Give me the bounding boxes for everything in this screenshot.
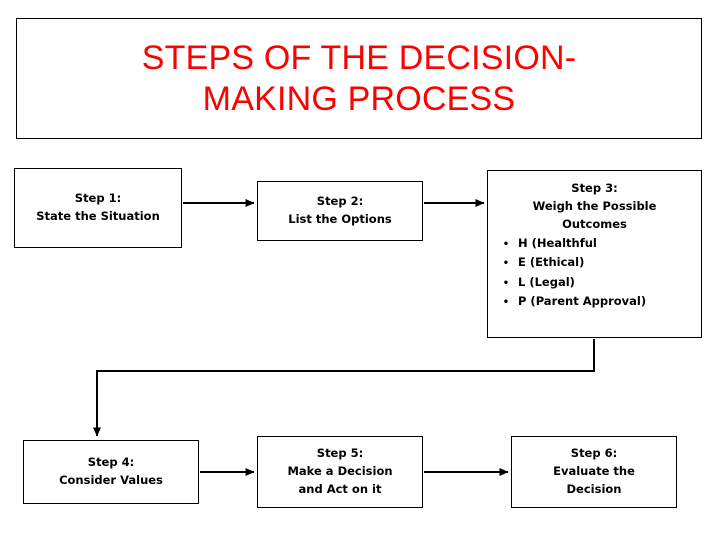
diagram-canvas: STEPS OF THE DECISION- MAKING PROCESS St… (0, 0, 720, 540)
step-2-box: Step 2: List the Options (257, 181, 423, 241)
title-box: STEPS OF THE DECISION- MAKING PROCESS (16, 18, 702, 139)
bullet-icon: • (502, 258, 510, 270)
step-5-label: Step 5: Make a Decision and Act on it (287, 446, 393, 496)
step-2-label: Step 2: List the Options (288, 194, 392, 226)
bullet-icon: • (502, 277, 510, 289)
step-6-box: Step 6: Evaluate the Decision (511, 436, 677, 508)
step-4-label: Step 4: Consider Values (59, 455, 163, 487)
step-3-bullet-3: L (Legal) (518, 274, 575, 289)
list-item: • L (Legal) (494, 273, 701, 292)
list-item: • E (Ethical) (494, 253, 701, 272)
step-3-heading: Step 3: Weigh the Possible Outcomes (532, 181, 657, 232)
list-item: • H (Healthful (494, 234, 701, 253)
step-3-bullet-1: H (Healthful (518, 236, 597, 251)
step-3-bullet-4: P (Parent Approval) (518, 293, 647, 308)
step-5-box: Step 5: Make a Decision and Act on it (257, 436, 423, 508)
bullet-icon: • (502, 239, 510, 251)
step-1-label: Step 1: State the Situation (36, 191, 160, 223)
step-1-box: Step 1: State the Situation (14, 168, 182, 248)
step-3-bullet-list: • H (Healthful • E (Ethical) • L (Legal)… (488, 234, 701, 311)
page-title: STEPS OF THE DECISION- MAKING PROCESS (141, 39, 577, 118)
step-6-label: Step 6: Evaluate the Decision (553, 446, 635, 496)
step-4-box: Step 4: Consider Values (23, 440, 199, 504)
step-3-box: Step 3: Weigh the Possible Outcomes • H … (487, 170, 702, 338)
arrow-step3-step4 (93, 339, 595, 437)
list-item: • P (Parent Approval) (494, 292, 701, 311)
bullet-icon: • (502, 296, 510, 308)
step-3-bullet-2: E (Ethical) (518, 255, 585, 270)
